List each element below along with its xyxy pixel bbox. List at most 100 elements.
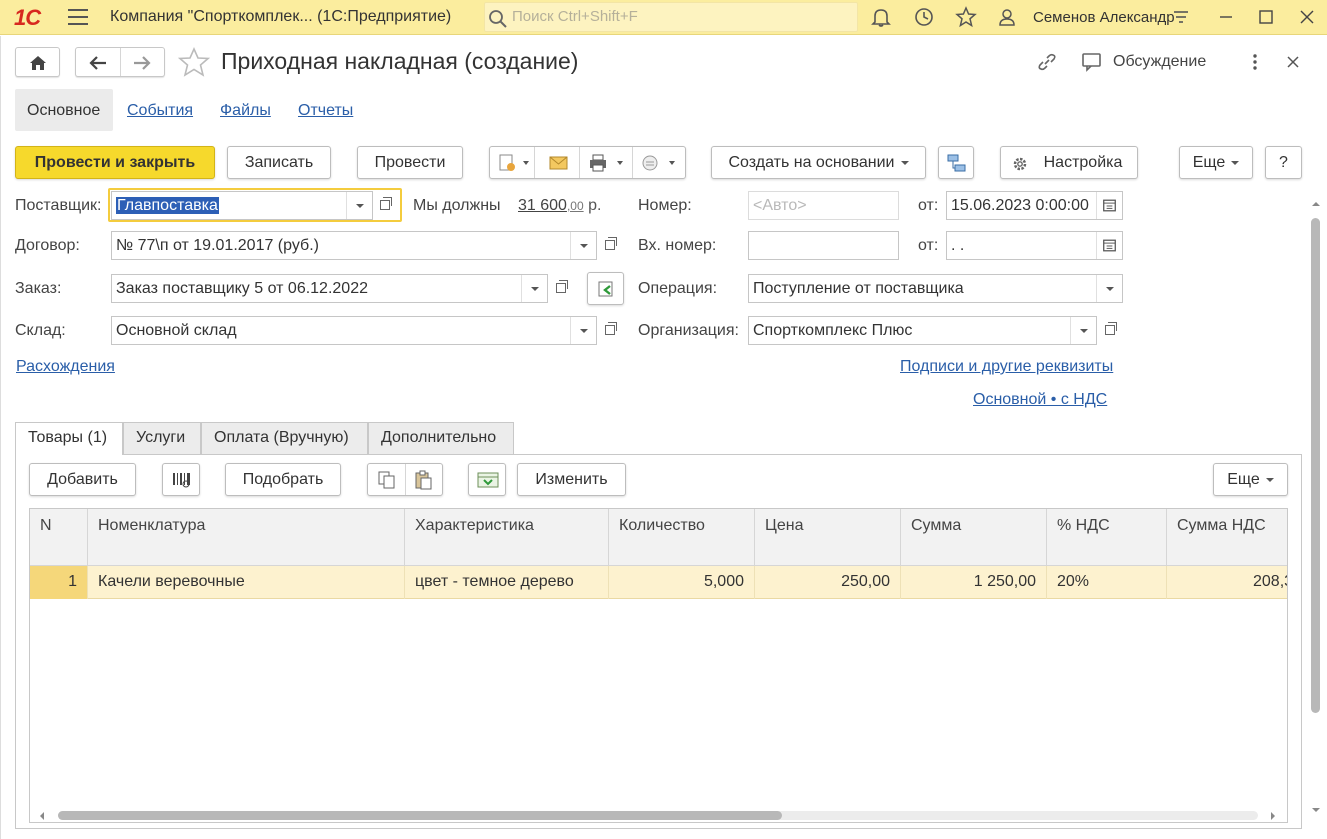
organization-field[interactable]: Спорткомплекс Плюс bbox=[748, 316, 1097, 345]
star-icon[interactable] bbox=[955, 6, 977, 28]
vat-link[interactable]: Основной • с НДС bbox=[973, 391, 1107, 409]
add-button[interactable]: Добавить bbox=[29, 463, 136, 496]
maximize-icon[interactable] bbox=[1257, 8, 1275, 26]
column-header-sum[interactable]: Сумма bbox=[901, 509, 1047, 566]
link-icon[interactable] bbox=[1036, 51, 1058, 73]
favorite-star-icon[interactable] bbox=[178, 47, 210, 77]
create-based-on-button[interactable]: Создать на основании bbox=[711, 146, 926, 179]
contract-dropdown[interactable] bbox=[570, 232, 596, 259]
app-logo[interactable]: 1С bbox=[14, 5, 41, 31]
column-header-vat-sum[interactable]: Сумма НДС bbox=[1167, 509, 1287, 566]
warehouse-open-icon[interactable] bbox=[597, 316, 623, 345]
operation-field[interactable]: Поступление от поставщика bbox=[748, 274, 1123, 303]
tab-goods[interactable]: Товары (1) bbox=[15, 422, 123, 455]
cell-characteristic[interactable]: цвет - темное дерево bbox=[405, 566, 609, 599]
search-input[interactable]: Поиск Ctrl+Shift+F bbox=[484, 2, 858, 32]
discussion-icon[interactable] bbox=[1081, 52, 1103, 72]
minimize-icon[interactable] bbox=[1217, 8, 1235, 26]
calendar-icon[interactable] bbox=[1096, 192, 1122, 219]
supplier-dropdown[interactable] bbox=[346, 192, 372, 219]
contract-field[interactable]: № 77\п от 19.01.2017 (руб.) bbox=[111, 231, 597, 260]
menu-icon[interactable] bbox=[68, 9, 88, 25]
structure-button[interactable] bbox=[938, 146, 974, 179]
cell-price[interactable]: 250,00 bbox=[755, 566, 901, 599]
organization-dropdown[interactable] bbox=[1070, 317, 1096, 344]
number-field[interactable]: <Авто> bbox=[748, 191, 899, 220]
fill-button[interactable] bbox=[468, 463, 506, 496]
edo-icon[interactable] bbox=[640, 153, 680, 173]
back-icon[interactable] bbox=[88, 54, 108, 72]
warehouse-field[interactable]: Основной склад bbox=[111, 316, 597, 345]
attach-document-icon[interactable] bbox=[498, 153, 532, 173]
close-window-icon[interactable] bbox=[1298, 8, 1316, 26]
table-row[interactable]: 1 Качели веревочные цвет - темное дерево… bbox=[30, 566, 1287, 599]
cell-sum[interactable]: 1 250,00 bbox=[901, 566, 1047, 599]
column-header-quantity[interactable]: Количество bbox=[609, 509, 755, 566]
bell-icon[interactable] bbox=[870, 6, 892, 28]
column-header-characteristic[interactable]: Характеристика bbox=[405, 509, 609, 566]
cell-vat-rate[interactable]: 20% bbox=[1047, 566, 1167, 599]
more-button[interactable]: Еще bbox=[1179, 146, 1253, 179]
scroll-right-icon[interactable] bbox=[1268, 810, 1278, 822]
post-button[interactable]: Провести bbox=[357, 146, 463, 179]
post-and-close-button[interactable]: Провести и закрыть bbox=[15, 146, 215, 179]
horizontal-scroll-thumb[interactable] bbox=[58, 811, 782, 820]
fill-from-order-button[interactable] bbox=[587, 272, 624, 305]
more-vertical-icon[interactable] bbox=[1245, 52, 1265, 72]
users-icon[interactable] bbox=[997, 6, 1019, 28]
contract-open-icon[interactable] bbox=[597, 231, 623, 260]
settings-button[interactable]: Настройка bbox=[1000, 146, 1138, 179]
in-number-field[interactable] bbox=[748, 231, 899, 260]
print-icon[interactable] bbox=[588, 153, 628, 173]
cell-item[interactable]: Качели веревочные bbox=[88, 566, 405, 599]
date-field[interactable]: 15.06.2023 0:00:00 bbox=[946, 191, 1123, 220]
history-icon[interactable] bbox=[913, 6, 935, 28]
horizontal-scrollbar[interactable] bbox=[58, 811, 1258, 820]
copy-icon[interactable] bbox=[376, 470, 398, 490]
save-button[interactable]: Записать bbox=[227, 146, 331, 179]
change-button[interactable]: Изменить bbox=[517, 463, 626, 496]
warehouse-dropdown[interactable] bbox=[570, 317, 596, 344]
tab-files[interactable]: Файлы bbox=[220, 102, 271, 120]
pick-button[interactable]: Подобрать bbox=[225, 463, 341, 496]
in-date-field[interactable]: . . bbox=[946, 231, 1123, 260]
supplier-open-icon[interactable] bbox=[372, 191, 398, 220]
settings-list-icon[interactable] bbox=[1172, 8, 1190, 26]
calendar-icon[interactable] bbox=[1096, 232, 1122, 259]
tab-main[interactable]: Основное bbox=[15, 89, 113, 131]
tab-payment[interactable]: Оплата (Вручную) bbox=[201, 422, 368, 454]
tab-reports[interactable]: Отчеты bbox=[298, 102, 353, 120]
cell-quantity[interactable]: 5,000 bbox=[609, 566, 755, 599]
tab-events[interactable]: События bbox=[127, 102, 193, 120]
home-button[interactable] bbox=[15, 47, 60, 77]
column-header-price[interactable]: Цена bbox=[755, 509, 901, 566]
operation-dropdown[interactable] bbox=[1096, 275, 1122, 302]
discrepancies-link[interactable]: Расхождения bbox=[16, 358, 115, 376]
scroll-left-icon[interactable] bbox=[37, 810, 47, 822]
organization-open-icon[interactable] bbox=[1097, 316, 1123, 345]
help-button[interactable]: ? bbox=[1265, 146, 1302, 179]
signatures-link[interactable]: Подписи и другие реквизиты bbox=[900, 358, 1113, 376]
we-owe-value[interactable]: 31 600,00 р. bbox=[518, 197, 601, 215]
close-form-icon[interactable] bbox=[1284, 53, 1302, 71]
column-header-vat-rate[interactable]: % НДС bbox=[1047, 509, 1167, 566]
email-icon[interactable] bbox=[548, 154, 570, 172]
column-header-item[interactable]: Номенклатура bbox=[88, 509, 405, 566]
cell-vat-sum[interactable]: 208,33 bbox=[1167, 566, 1287, 599]
cell-n[interactable]: 1 bbox=[30, 566, 88, 599]
tab-additional[interactable]: Дополнительно bbox=[368, 422, 514, 454]
vertical-scrollbar[interactable] bbox=[1311, 218, 1320, 713]
column-header-n[interactable]: N bbox=[30, 509, 88, 566]
barcode-button[interactable] bbox=[162, 463, 200, 496]
table-more-button[interactable]: Еще bbox=[1213, 463, 1288, 496]
paste-icon[interactable] bbox=[413, 470, 435, 490]
scroll-up-icon[interactable] bbox=[1310, 198, 1322, 210]
tab-services[interactable]: Услуги bbox=[123, 422, 201, 454]
order-field[interactable]: Заказ поставщику 5 от 06.12.2022 bbox=[111, 274, 548, 303]
discussion-button[interactable]: Обсуждение bbox=[1113, 53, 1206, 71]
scroll-down-icon[interactable] bbox=[1310, 804, 1322, 816]
order-open-icon[interactable] bbox=[548, 274, 574, 303]
user-name[interactable]: Семенов Александр bbox=[1033, 9, 1175, 26]
forward-icon[interactable] bbox=[132, 54, 152, 72]
supplier-field[interactable]: Главпоставка bbox=[111, 191, 373, 220]
